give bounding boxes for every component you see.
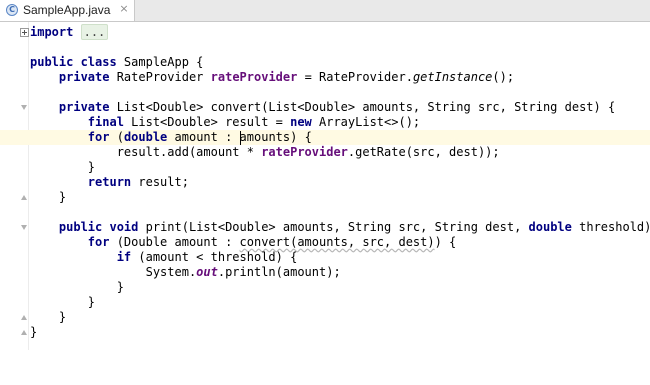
code-line-11: return result; xyxy=(0,175,650,190)
code-line-9: result.add(amount * rateProvider.getRate… xyxy=(0,145,650,160)
code-line-12: } xyxy=(0,190,650,205)
fold-collapse-icon[interactable] xyxy=(20,223,29,232)
tab-sampleapp-java[interactable]: C SampleApp.java × xyxy=(0,0,135,21)
code-text: ) { xyxy=(434,235,457,249)
code-line-18: } xyxy=(0,280,650,295)
editor-tab-bar: C SampleApp.java × xyxy=(0,0,650,22)
keyword: final xyxy=(87,115,124,129)
fold-end-icon[interactable] xyxy=(20,328,29,337)
code-text: List<Double> result = xyxy=(123,115,291,129)
code-text: .getRate(src, dest)); xyxy=(347,145,500,159)
static-field-name: out xyxy=(196,265,218,279)
code-text: (amount < threshold) { xyxy=(131,250,298,264)
code-line-6: private List<Double> convert(List<Double… xyxy=(0,100,650,115)
keyword: import xyxy=(30,25,74,39)
field-name: rateProvider xyxy=(210,70,298,84)
folded-imports[interactable]: ... xyxy=(80,24,109,40)
code-lines: import ... public class SampleApp { priv… xyxy=(0,24,650,340)
code-text: amount : xyxy=(167,130,240,144)
code-line-10: } xyxy=(0,160,650,175)
code-text: result.add(amount * xyxy=(116,145,262,159)
code-line-1: import ... xyxy=(0,24,650,40)
keyword: public void xyxy=(58,220,139,234)
code-text: ( xyxy=(109,130,124,144)
code-text: (Double amount : xyxy=(109,235,240,249)
code-text: .println(amount); xyxy=(217,265,341,279)
code-text: } xyxy=(87,295,96,309)
code-text: print(List<Double> amounts, String src, … xyxy=(138,220,529,234)
keyword: new xyxy=(290,115,312,129)
field-name: rateProvider xyxy=(261,145,348,159)
code-line-15: for (Double amount : convert(amounts, sr… xyxy=(0,235,650,250)
code-text: } xyxy=(87,160,96,174)
code-editor[interactable]: import ... public class SampleApp { priv… xyxy=(0,22,650,350)
code-text: ArrayList<>(); xyxy=(311,115,421,129)
java-class-icon: C xyxy=(6,4,18,16)
code-line-7: final List<Double> result = new ArrayLis… xyxy=(0,115,650,130)
code-line-21: } xyxy=(0,325,650,340)
code-line-8-current: for (double amount : amounts) { xyxy=(0,130,650,145)
code-text: threshold) { xyxy=(579,220,650,234)
code-line-16: if (amount < threshold) { xyxy=(0,250,650,265)
code-line-3: public class SampleApp { xyxy=(0,55,650,70)
code-line-19: } xyxy=(0,295,650,310)
keyword: double xyxy=(123,130,168,144)
inspection-highlight[interactable]: convert(amounts, src, dest) xyxy=(240,235,435,249)
code-text: } xyxy=(30,325,38,339)
code-text: result; xyxy=(131,175,189,189)
static-method-call: getInstance xyxy=(412,70,493,84)
close-tab-icon[interactable]: × xyxy=(117,2,131,16)
code-text: System. xyxy=(145,265,197,279)
fold-collapse-icon[interactable] xyxy=(20,103,29,112)
code-text: ) { xyxy=(290,130,312,144)
code-text: } xyxy=(116,280,124,294)
code-text: List<Double> convert(List<Double> amount… xyxy=(109,100,616,114)
keyword: for xyxy=(87,235,110,249)
code-text: } xyxy=(58,310,67,324)
code-line-14: public void print(List<Double> amounts, … xyxy=(0,220,650,235)
code-text: (); xyxy=(492,70,515,84)
code-text: = RateProvider. xyxy=(297,70,413,84)
tab-title: SampleApp.java xyxy=(23,3,111,17)
fold-expand-icon[interactable] xyxy=(20,28,29,37)
keyword: if xyxy=(116,250,132,264)
code-line-20: } xyxy=(0,310,650,325)
fold-end-icon[interactable] xyxy=(20,193,29,202)
keyword: private xyxy=(58,70,110,84)
keyword: public class xyxy=(30,55,117,69)
code-text: SampleApp { xyxy=(116,55,204,69)
keyword: for xyxy=(87,130,110,144)
fold-end-icon[interactable] xyxy=(20,313,29,322)
code-line-4: private RateProvider rateProvider = Rate… xyxy=(0,70,650,85)
code-text: RateProvider xyxy=(109,70,211,84)
keyword: return xyxy=(87,175,132,189)
code-text: } xyxy=(58,190,67,204)
variable-name: amounts xyxy=(239,130,291,144)
code-line-17: System.out.println(amount); xyxy=(0,265,650,280)
keyword: double xyxy=(528,220,572,234)
keyword: private xyxy=(58,100,110,114)
